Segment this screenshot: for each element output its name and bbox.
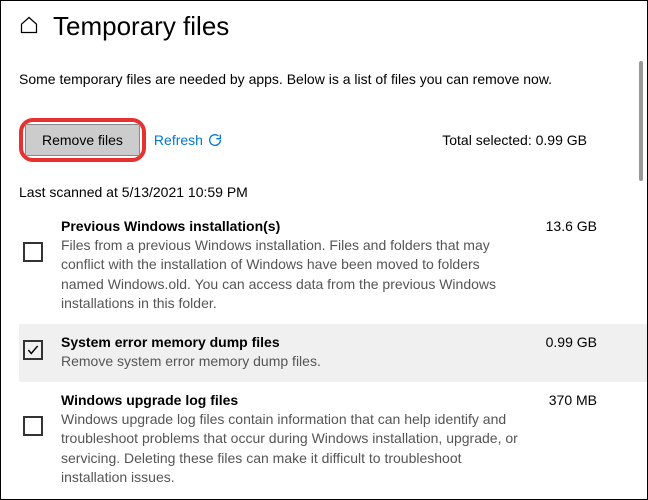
checkbox[interactable] xyxy=(23,242,43,262)
list-item[interactable]: Windows upgrade log files 370 MB Windows… xyxy=(19,382,647,498)
item-description: Files from a previous Windows installati… xyxy=(61,236,521,314)
checkbox[interactable] xyxy=(23,416,43,436)
scrollbar[interactable] xyxy=(639,61,643,181)
refresh-link[interactable]: Refresh xyxy=(154,132,223,148)
remove-button-highlight: Remove files xyxy=(19,118,146,162)
remove-files-button[interactable]: Remove files xyxy=(25,124,140,156)
check-icon xyxy=(26,343,40,357)
item-title: System error memory dump files xyxy=(61,334,280,350)
item-size: 370 MB xyxy=(549,392,597,408)
list-item[interactable]: System error memory dump files 0.99 GB R… xyxy=(19,324,647,382)
checkbox[interactable] xyxy=(23,340,43,360)
refresh-icon xyxy=(207,132,223,148)
item-size: 13.6 GB xyxy=(546,218,597,234)
page-header: Temporary files xyxy=(19,11,647,42)
refresh-label: Refresh xyxy=(154,132,203,148)
file-list: Previous Windows installation(s) 13.6 GB… xyxy=(19,208,647,498)
home-icon[interactable] xyxy=(19,15,39,38)
list-item[interactable]: Previous Windows installation(s) 13.6 GB… xyxy=(19,208,647,324)
actions-row: Remove files Refresh Total selected: 0.9… xyxy=(19,118,647,162)
last-scanned-label: Last scanned at 5/13/2021 10:59 PM xyxy=(19,184,647,200)
total-selected-label: Total selected: 0.99 GB xyxy=(442,132,587,148)
page-description: Some temporary files are needed by apps.… xyxy=(19,70,579,90)
item-description: Remove system error memory dump files. xyxy=(61,352,521,372)
item-title: Windows upgrade log files xyxy=(61,392,238,408)
item-size: 0.99 GB xyxy=(546,334,597,350)
page-title: Temporary files xyxy=(53,11,229,42)
item-title: Previous Windows installation(s) xyxy=(61,218,280,234)
item-description: Windows upgrade log files contain inform… xyxy=(61,410,521,488)
